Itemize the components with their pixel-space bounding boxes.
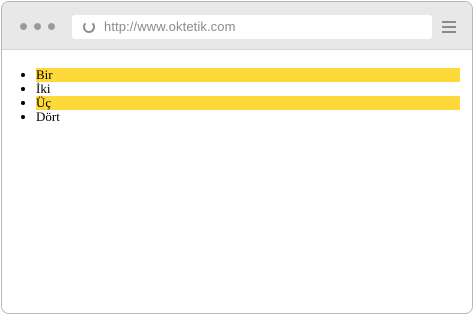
- list-item: Üç: [36, 96, 460, 110]
- list-item-label: İki: [36, 81, 51, 96]
- browser-toolbar: http://www.oktetik.com: [2, 2, 472, 50]
- window-dot-icon[interactable]: [20, 23, 27, 30]
- window-dot-icon[interactable]: [48, 23, 55, 30]
- menu-line: [442, 26, 456, 28]
- list-item: Dört: [36, 110, 460, 124]
- list-item: İki: [36, 82, 460, 96]
- window-controls: [20, 23, 55, 30]
- address-bar[interactable]: http://www.oktetik.com: [72, 15, 432, 39]
- menu-line: [442, 21, 456, 23]
- list-item-label: Dört: [36, 109, 60, 124]
- page-content: Bir İki Üç Dört: [2, 50, 472, 313]
- list-item-label: Üç: [36, 95, 52, 110]
- reload-icon[interactable]: [83, 21, 95, 33]
- list-item: Bir: [36, 68, 460, 82]
- menu-line: [442, 31, 456, 33]
- list-item-label: Bir: [36, 67, 53, 82]
- url-text[interactable]: http://www.oktetik.com: [104, 19, 236, 34]
- window-dot-icon[interactable]: [34, 23, 41, 30]
- hamburger-menu-icon[interactable]: [442, 21, 456, 33]
- browser-window: http://www.oktetik.com Bir İki Üç Dört: [1, 1, 473, 314]
- item-list: Bir İki Üç Dört: [36, 68, 460, 124]
